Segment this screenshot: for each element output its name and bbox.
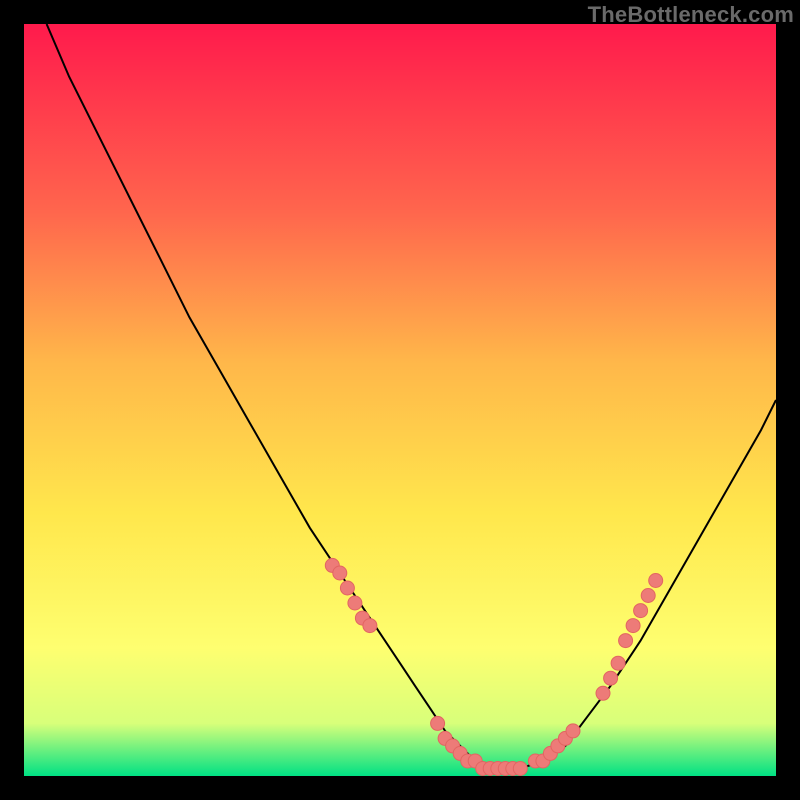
marker-dot (611, 656, 625, 670)
chart-frame (24, 24, 776, 776)
marker-dot (626, 619, 640, 633)
marker-dot (649, 574, 663, 588)
marker-dot (596, 686, 610, 700)
marker-dot (604, 671, 618, 685)
marker-dot (333, 566, 347, 580)
marker-dot (348, 596, 362, 610)
marker-dot (634, 604, 648, 618)
marker-dot (340, 581, 354, 595)
marker-dot (513, 762, 527, 776)
marker-dot (566, 724, 580, 738)
watermark-text: TheBottleneck.com (588, 2, 794, 28)
marker-dot (363, 619, 377, 633)
marker-dot (431, 716, 445, 730)
bottleneck-chart (24, 24, 776, 776)
marker-dot (641, 589, 655, 603)
marker-dot (619, 634, 633, 648)
